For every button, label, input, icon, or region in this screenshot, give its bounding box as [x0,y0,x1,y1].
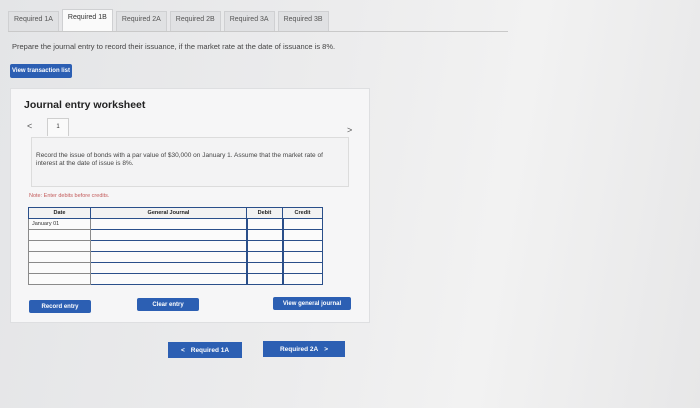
journal-table: Date General Journal Debit Credit Januar… [28,207,323,285]
previous-required-label: Required 1A [190,346,230,354]
date-cell[interactable]: January 01 [28,218,91,230]
table-row [28,262,323,274]
debit-cell[interactable] [245,262,283,274]
header-date: Date [28,207,91,219]
date-cell[interactable] [28,262,91,274]
journal-entry-worksheet: Journal entry worksheet < 1 > Record the… [10,88,370,323]
worksheet-title: Journal entry worksheet [24,99,146,111]
requirement-tabs: Required 1A Required 1B Required 2A Requ… [8,9,508,32]
date-cell[interactable] [28,273,91,285]
header-credit: Credit [282,207,323,219]
credit-cell[interactable] [281,240,323,252]
credit-cell[interactable] [281,262,323,274]
next-required-label: Required 2A [279,345,319,353]
note-text: Note: Enter debits before credits. [29,193,110,199]
table-row: January 01 [28,218,323,230]
next-required-button[interactable]: Required 2A > [263,341,345,357]
debit-cell[interactable] [245,218,283,230]
chevron-right-icon: > [324,345,329,353]
debit-cell[interactable] [245,273,283,285]
header-debit: Debit [246,207,283,219]
tab-required-1a[interactable]: Required 1A [8,11,59,31]
header-general-journal: General Journal [90,207,247,219]
view-general-journal-button[interactable]: View general journal [273,297,351,310]
credit-cell[interactable] [281,229,323,241]
tab-required-2a[interactable]: Required 2A [115,11,167,31]
tab-required-1b[interactable]: Required 1B [61,9,113,31]
table-row [28,229,323,241]
previous-arrow-icon[interactable]: < [27,121,32,131]
account-cell[interactable] [90,218,247,230]
account-cell[interactable] [90,240,247,252]
account-cell[interactable] [90,273,247,285]
tab-required-2b[interactable]: Required 2B [169,11,221,31]
view-transaction-list-button[interactable]: View transaction list [10,64,72,78]
debit-cell[interactable] [245,240,283,252]
credit-cell[interactable] [281,273,323,285]
table-row [28,251,323,263]
question-prompt: Prepare the journal entry to record thei… [12,42,336,51]
date-cell[interactable] [28,251,91,263]
account-cell[interactable] [90,251,247,263]
date-cell[interactable] [28,229,91,241]
debit-cell[interactable] [245,229,283,241]
instruction-box: Record the issue of bonds with a par val… [31,137,349,187]
table-row [28,273,323,285]
debit-cell[interactable] [245,251,283,263]
account-cell[interactable] [90,229,247,241]
chevron-left-icon: < [180,346,185,354]
page-tab-1[interactable]: 1 [47,118,69,136]
credit-cell[interactable] [281,218,323,230]
previous-required-button[interactable]: < Required 1A [168,342,242,358]
table-row [28,240,323,252]
date-cell[interactable] [28,240,91,252]
account-cell[interactable] [90,262,247,274]
credit-cell[interactable] [281,251,323,263]
next-arrow-icon[interactable]: > [347,125,352,135]
clear-entry-button[interactable]: Clear entry [137,298,199,311]
tab-required-3b[interactable]: Required 3B [277,11,329,31]
record-entry-button[interactable]: Record entry [29,300,91,313]
tab-required-3a[interactable]: Required 3A [223,11,275,31]
